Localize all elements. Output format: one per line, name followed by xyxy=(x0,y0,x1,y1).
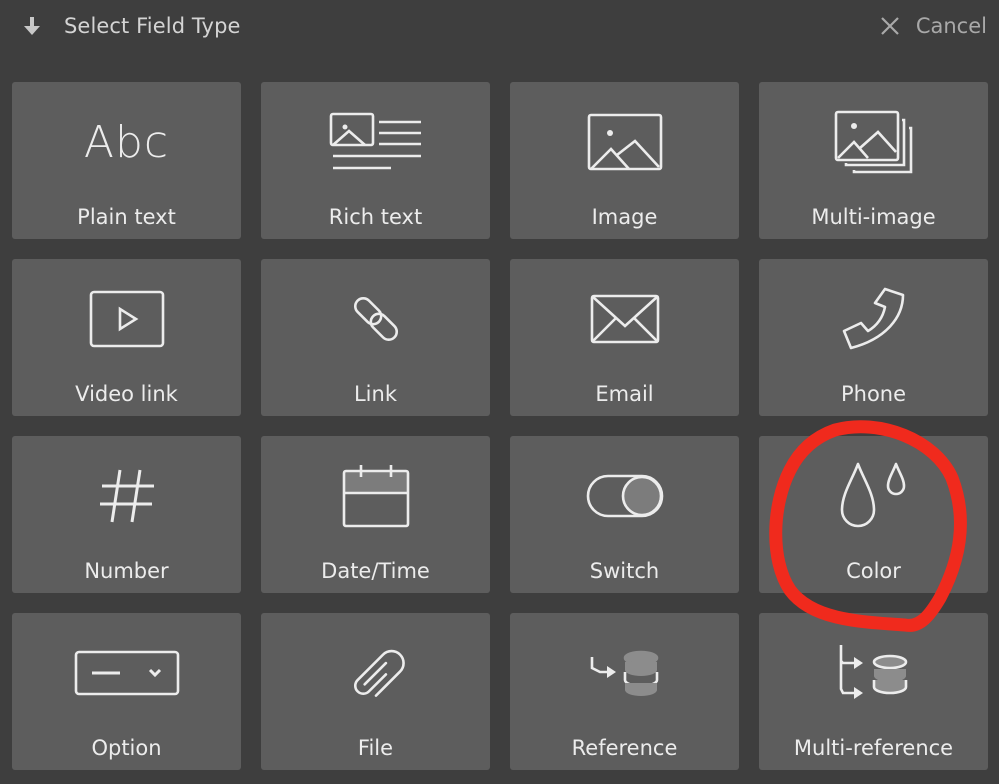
field-type-label: Rich text xyxy=(328,205,423,229)
field-type-rich-text[interactable]: Rich text xyxy=(261,82,490,239)
phone-icon xyxy=(842,287,904,350)
field-type-label: Multi-reference xyxy=(793,736,954,760)
field-type-multi-image[interactable]: Multi-image xyxy=(759,82,988,239)
text-abc-icon: Abc xyxy=(83,116,170,168)
field-type-label: Link xyxy=(353,382,397,406)
field-type-label: Reference xyxy=(571,736,678,760)
field-type-switch[interactable]: Switch xyxy=(510,436,739,593)
field-type-option[interactable]: Option xyxy=(12,613,241,770)
field-type-reference[interactable]: Reference xyxy=(510,613,739,770)
field-type-label: Multi-image xyxy=(811,205,936,229)
field-type-label: Phone xyxy=(840,382,907,406)
video-play-icon xyxy=(89,290,164,348)
close-icon xyxy=(881,17,899,35)
field-type-email[interactable]: Email xyxy=(510,259,739,416)
field-type-label: Image xyxy=(591,205,658,229)
envelope-icon xyxy=(590,294,659,344)
field-type-phone[interactable]: Phone xyxy=(759,259,988,416)
field-type-label: File xyxy=(357,736,394,760)
calendar-icon xyxy=(342,465,409,528)
field-type-label: Video link xyxy=(75,382,178,406)
multi-reference-database-icon xyxy=(839,645,907,699)
link-chain-icon xyxy=(353,296,398,342)
multi-image-icon xyxy=(834,110,912,174)
toggle-switch-icon xyxy=(586,474,663,518)
image-icon xyxy=(587,113,662,171)
reference-database-icon xyxy=(590,650,658,696)
field-type-image[interactable]: Image xyxy=(510,82,739,239)
dialog-header: Select Field Type Cancel xyxy=(0,0,999,56)
field-type-label: Date/Time xyxy=(321,559,430,583)
header-title-group: Select Field Type xyxy=(22,14,241,38)
field-type-label: Number xyxy=(84,559,169,583)
field-type-label: Switch xyxy=(589,559,660,583)
cancel-button[interactable]: Cancel xyxy=(880,14,987,38)
rich-text-icon xyxy=(329,112,421,170)
field-type-date-time[interactable]: Date/Time xyxy=(261,436,490,593)
field-type-multi-reference[interactable]: Multi-reference xyxy=(759,613,988,770)
hash-icon xyxy=(99,469,154,523)
field-type-label: Color xyxy=(846,559,901,583)
field-type-grid: Abc Plain text Rich text Image Multi-ima… xyxy=(12,82,988,770)
field-type-label: Option xyxy=(91,736,162,760)
page-title: Select Field Type xyxy=(64,14,241,38)
field-type-label: Email xyxy=(595,382,654,406)
color-drops-icon xyxy=(840,462,905,528)
field-type-number[interactable]: Number xyxy=(12,436,241,593)
arrow-down-icon xyxy=(24,17,40,35)
field-type-plain-text[interactable]: Abc Plain text xyxy=(12,82,241,239)
cancel-label: Cancel xyxy=(915,14,987,38)
field-type-file[interactable]: File xyxy=(261,613,490,770)
field-type-color[interactable]: Color xyxy=(759,436,988,593)
field-type-link[interactable]: Link xyxy=(261,259,490,416)
field-type-video-link[interactable]: Video link xyxy=(12,259,241,416)
paperclip-icon xyxy=(353,649,405,697)
field-type-label: Plain text xyxy=(77,205,176,229)
dropdown-select-icon xyxy=(74,650,179,696)
